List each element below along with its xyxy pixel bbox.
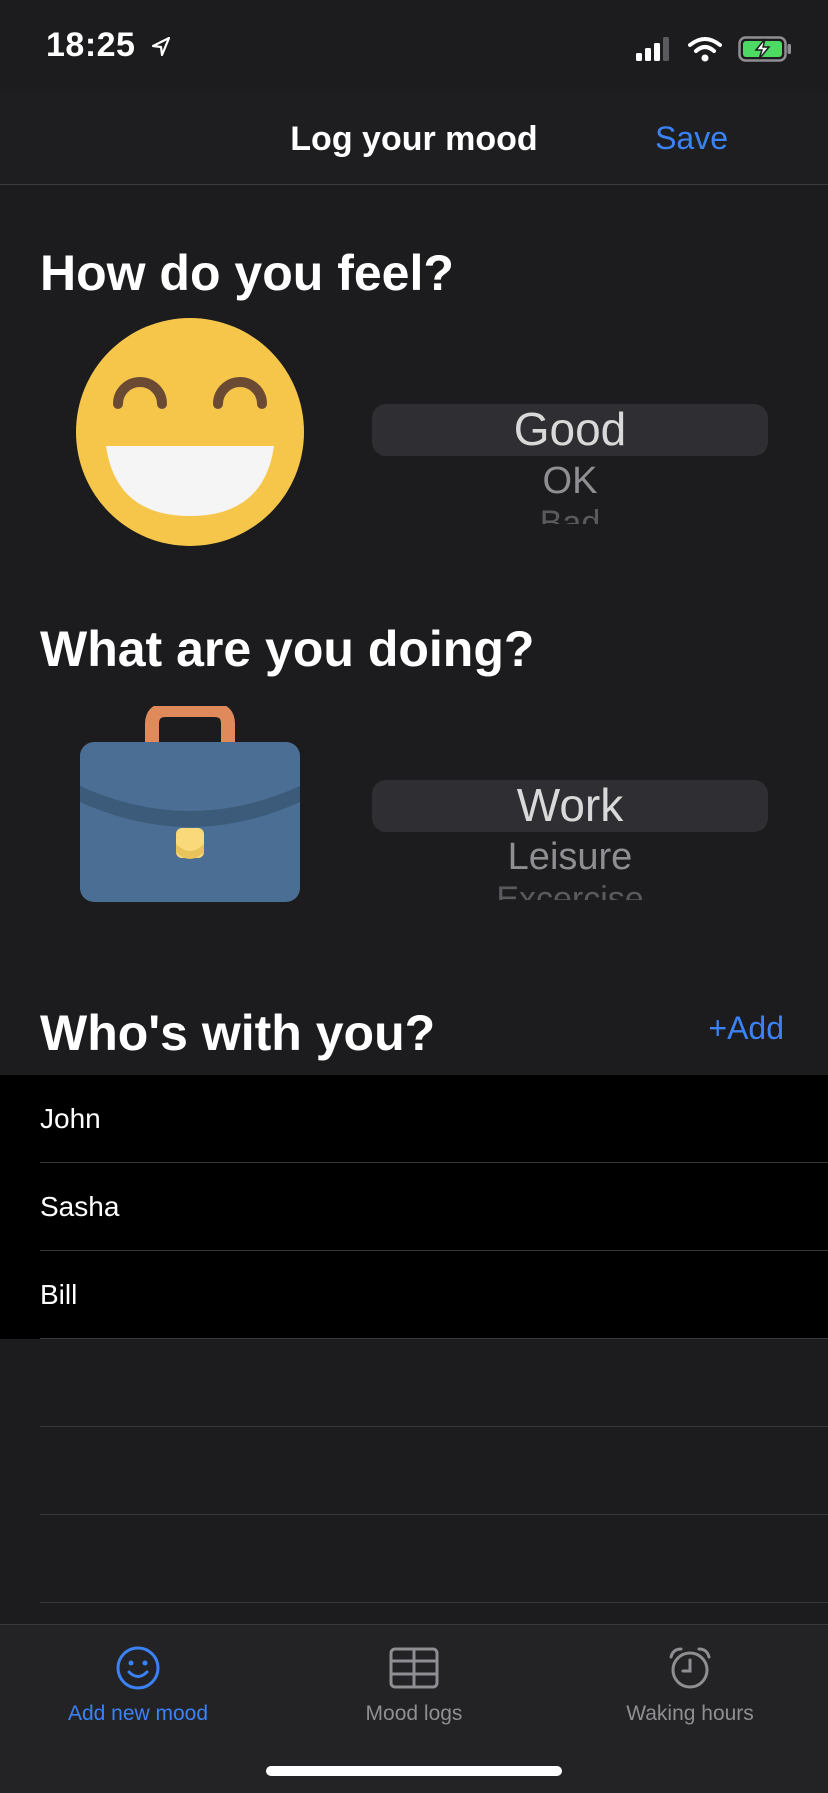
tab-label: Mood logs: [365, 1702, 463, 1725]
table-icon: [389, 1647, 439, 1689]
location-arrow-icon: [152, 36, 171, 57]
feeling-option[interactable]: Bad: [372, 504, 768, 524]
person-name: John: [40, 1103, 101, 1134]
battery-charging-icon: [738, 36, 791, 62]
tab-label: Add new mood: [67, 1702, 209, 1725]
save-button[interactable]: Save: [655, 120, 728, 157]
activity-option[interactable]: Leisure: [372, 836, 768, 879]
people-list: John Sasha Bill: [0, 1075, 828, 1603]
grinning-face-icon: [76, 318, 304, 546]
alarm-clock-icon: [669, 1647, 711, 1689]
home-indicator[interactable]: [266, 1766, 562, 1776]
person-name: Bill: [40, 1279, 78, 1310]
wifi-icon: [688, 37, 722, 62]
row-divider: [40, 1602, 828, 1603]
with-section-title: Who's with you?: [40, 1005, 436, 1061]
doing-section-title: What are you doing?: [40, 621, 535, 677]
status-time: 18:25: [46, 26, 173, 65]
status-time-text: 18:25: [46, 26, 136, 64]
feeling-option[interactable]: Good: [372, 404, 768, 456]
activity-picker[interactable]: Work Leisure Excercise: [372, 780, 768, 900]
smiley-icon: [116, 1646, 160, 1690]
feeling-picker[interactable]: Good OK Bad: [372, 404, 768, 524]
person-name: Sasha: [40, 1191, 120, 1222]
add-person-button[interactable]: +Add: [708, 1010, 784, 1047]
tab-waking-hours[interactable]: Waking hours: [552, 1645, 828, 1726]
empty-row: [0, 1515, 828, 1603]
list-item[interactable]: John: [0, 1075, 828, 1163]
briefcase-icon: [80, 706, 300, 902]
empty-row: [0, 1339, 828, 1427]
cellular-signal-icon: [636, 37, 669, 61]
feeling-option[interactable]: OK: [372, 460, 768, 503]
activity-option[interactable]: Work: [372, 780, 768, 832]
tab-add-new-mood[interactable]: Add new mood: [0, 1645, 276, 1726]
status-icons: [636, 34, 792, 64]
empty-row: [0, 1427, 828, 1515]
tab-mood-logs[interactable]: Mood logs: [276, 1645, 552, 1726]
activity-option[interactable]: Excercise: [372, 880, 768, 900]
feel-section-title: How do you feel?: [40, 245, 454, 301]
list-item[interactable]: Sasha: [0, 1163, 828, 1251]
tab-label: Waking hours: [626, 1702, 754, 1725]
list-item[interactable]: Bill: [0, 1251, 828, 1339]
